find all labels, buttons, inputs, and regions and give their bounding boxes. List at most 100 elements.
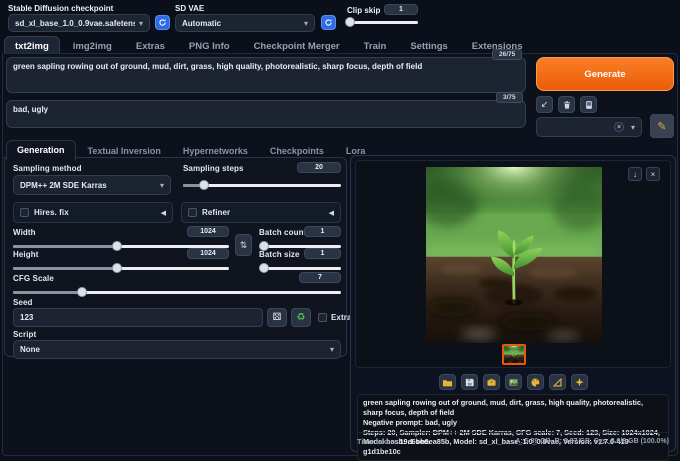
info-prompt-line: green sapling rowing out of ground, mud,… xyxy=(363,398,643,417)
time-taken: Time taken: 19.1 sec. xyxy=(357,437,430,446)
image-icon xyxy=(508,378,518,386)
seed-input[interactable]: 123 xyxy=(13,308,263,327)
slider-fill xyxy=(13,245,117,248)
height-value[interactable]: 1024 xyxy=(187,248,229,259)
recycle-icon: ♻ xyxy=(296,312,306,323)
sd-vae-refresh-button[interactable] xyxy=(321,15,336,30)
upscale-button[interactable] xyxy=(570,374,588,390)
slider-track xyxy=(259,267,341,270)
negative-prompt-token-counter: 3/75 xyxy=(496,92,523,103)
collapse-left-icon: ◀ xyxy=(328,209,334,217)
checkpoint-label: Stable Diffusion checkpoint xyxy=(8,4,114,13)
gallery-thumbnail-selected[interactable] xyxy=(502,344,526,365)
slider-thumb[interactable] xyxy=(344,17,355,27)
subtab-lora[interactable]: Lora xyxy=(336,142,376,161)
close-icon: × xyxy=(650,169,656,179)
batch-size-value[interactable]: 1 xyxy=(304,248,341,259)
clip-skip-slider[interactable] xyxy=(344,17,418,27)
paste-generation-params-button[interactable]: ↙ xyxy=(536,96,553,113)
save-zip-button[interactable] xyxy=(482,374,500,390)
slider-thumb[interactable] xyxy=(111,241,122,251)
paste-arrow-icon: ↙ xyxy=(540,99,549,109)
trash-icon xyxy=(563,100,570,109)
switch-dimensions-button[interactable]: ⇅ xyxy=(235,234,252,256)
time-taken-label: Time taken: xyxy=(357,437,398,446)
script-dropdown[interactable]: None ▾ xyxy=(13,340,341,359)
subtab-generation[interactable]: Generation xyxy=(6,140,76,161)
clear-styles-icon[interactable]: × xyxy=(613,122,624,132)
dice-icon: ⚄ xyxy=(272,312,282,323)
close-gallery-button[interactable]: × xyxy=(646,167,660,181)
save-image-button[interactable] xyxy=(460,374,478,390)
extra-networks-button[interactable] xyxy=(580,96,597,113)
chevron-down-icon: ▾ xyxy=(138,18,143,28)
width-value[interactable]: 1024 xyxy=(187,226,229,237)
seed-extra-label: Extra xyxy=(331,313,352,322)
cfg-scale-label: CFG Scale xyxy=(13,274,54,283)
prompt-input[interactable]: green sapling rowing out of ground, mud,… xyxy=(6,57,526,93)
send-to-img2img-button[interactable] xyxy=(504,374,522,390)
negative-prompt-input[interactable]: bad, ugly xyxy=(6,100,526,128)
clip-skip-value[interactable]: 1 xyxy=(384,4,418,15)
open-output-folder-button[interactable] xyxy=(438,374,456,390)
result-gallery: ↓ × xyxy=(355,160,671,368)
download-image-button[interactable]: ↓ xyxy=(628,167,642,181)
sparkle-icon xyxy=(574,377,584,386)
generate-button[interactable]: Generate xyxy=(536,57,674,91)
cfg-scale-slider[interactable] xyxy=(13,287,341,297)
save-icon xyxy=(465,378,474,386)
output-toolbar xyxy=(351,374,675,390)
hires-fix-toggle[interactable]: Hires. fix ◀ xyxy=(13,202,173,223)
zip-archive-icon xyxy=(486,378,496,386)
generation-info: green sapling rowing out of ground, mud,… xyxy=(357,394,669,461)
folder-icon xyxy=(442,379,452,386)
hires-fix-checkbox[interactable] xyxy=(20,208,29,217)
slider-thumb[interactable] xyxy=(76,287,87,297)
sampling-method-value: DPM++ 2M SDE Karras xyxy=(20,180,107,190)
subtab-textual-inversion[interactable]: Textual Inversion xyxy=(78,142,171,161)
styles-dropdown[interactable]: × ▾ xyxy=(536,117,642,137)
height-slider[interactable] xyxy=(13,263,229,273)
batch-count-value[interactable]: 1 xyxy=(304,226,341,237)
generation-settings-panel: Sampling method DPM++ 2M SDE Karras ▾ Sa… xyxy=(4,157,351,359)
send-to-inpaint-button[interactable] xyxy=(526,374,544,390)
download-icon: ↓ xyxy=(633,169,637,179)
slider-thumb[interactable] xyxy=(111,263,122,273)
sd-vae-dropdown[interactable]: Automatic ▾ xyxy=(175,14,315,32)
cfg-scale-value[interactable]: 7 xyxy=(299,272,341,283)
chevron-down-icon: ▾ xyxy=(303,18,308,28)
card-icon xyxy=(585,100,592,109)
sd-vae-value: Automatic xyxy=(182,18,222,28)
seed-extra-checkbox[interactable] xyxy=(318,313,327,322)
slider-thumb[interactable] xyxy=(258,263,269,273)
subtab-checkpoints[interactable]: Checkpoints xyxy=(260,142,334,161)
reuse-seed-button[interactable]: ♻ xyxy=(291,308,311,327)
prompt-token-counter: 26/75 xyxy=(492,49,523,60)
sampling-method-dropdown[interactable]: DPM++ 2M SDE Karras ▾ xyxy=(13,175,171,195)
slider-track xyxy=(347,21,418,24)
generation-subtab-bar: Generation Textual Inversion Hypernetwor… xyxy=(6,140,375,161)
sampling-steps-value[interactable]: 20 xyxy=(297,162,341,173)
refiner-toggle[interactable]: Refiner ◀ xyxy=(181,202,341,223)
clear-prompt-button[interactable] xyxy=(558,96,575,113)
random-seed-button[interactable]: ⚄ xyxy=(267,308,287,327)
refiner-checkbox[interactable] xyxy=(188,208,197,217)
slider-thumb[interactable] xyxy=(198,180,209,190)
generated-image[interactable] xyxy=(426,167,602,343)
subtab-hypernetworks[interactable]: Hypernetworks xyxy=(173,142,258,161)
script-label: Script xyxy=(13,330,37,339)
height-label: Height xyxy=(13,250,39,259)
refiner-label: Refiner xyxy=(202,208,231,217)
checkpoint-refresh-button[interactable] xyxy=(155,15,170,30)
memory-stats: A: 5.39 GB, R: 6.87 GB, Sys: 8.0/8 GB (1… xyxy=(515,438,669,445)
slider-fill xyxy=(13,291,82,294)
checkpoint-value: sd_xl_base_1.0_0.9vae.safetensors [e6bb9… xyxy=(15,18,135,28)
swap-dimensions-icon: ⇅ xyxy=(239,239,248,250)
sampling-steps-slider[interactable] xyxy=(183,180,341,190)
checkpoint-dropdown[interactable]: sd_xl_base_1.0_0.9vae.safetensors [e6bb9… xyxy=(8,14,150,32)
width-label: Width xyxy=(13,228,36,237)
output-panel: ↓ × green sapling rowing out of ground, … xyxy=(350,155,676,461)
collapse-left-icon: ◀ xyxy=(160,209,166,217)
edit-styles-button[interactable]: ✎ xyxy=(650,114,674,138)
send-to-extras-button[interactable] xyxy=(548,374,566,390)
